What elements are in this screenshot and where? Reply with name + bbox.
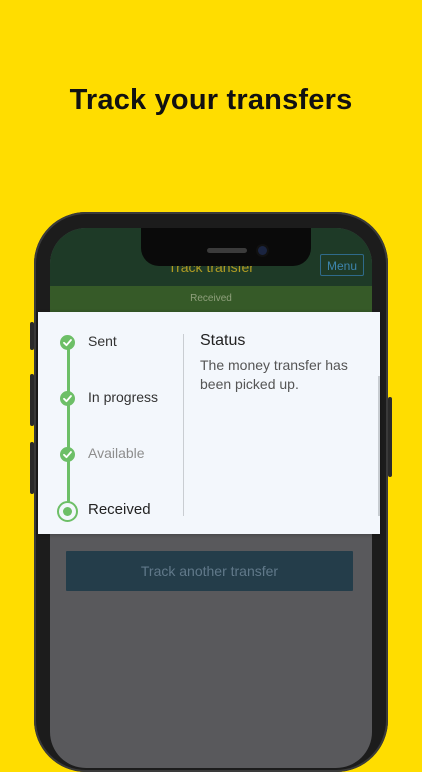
promo-headline: Track your transfers: [69, 84, 353, 116]
check-icon: [60, 447, 75, 462]
step-label: Available: [88, 445, 145, 461]
step-sent: Sent: [38, 333, 178, 357]
track-another-transfer-button[interactable]: Track another transfer: [66, 551, 353, 591]
step-in-progress: In progress: [38, 389, 178, 413]
radio-dot-inner: [63, 507, 72, 516]
phone-mute-switch: [30, 322, 34, 350]
step-label: In progress: [88, 389, 159, 405]
phone-power-button: [388, 397, 392, 477]
status-banner: Received: [50, 286, 372, 312]
step-label: Sent: [88, 333, 117, 349]
speaker-grille: [207, 248, 247, 253]
check-icon: [60, 391, 75, 406]
front-camera: [258, 246, 267, 255]
radio-dot-icon: [57, 501, 78, 522]
status-title: Status: [200, 332, 246, 349]
step-received: Received: [38, 501, 178, 525]
divider: [183, 334, 184, 516]
status-description: The money transfer has been picked up.: [200, 357, 348, 392]
phone-notch: [141, 228, 311, 266]
scrollbar[interactable]: [378, 376, 380, 516]
timeline-line: [67, 340, 70, 510]
step-label: Received: [88, 501, 151, 518]
step-available: Available: [38, 445, 178, 469]
menu-button[interactable]: Menu: [320, 254, 364, 276]
tracking-card: Sent In progress Available Received Stat…: [38, 312, 380, 534]
phone-volume-up: [30, 374, 34, 426]
phone-volume-down: [30, 442, 34, 494]
check-icon: [60, 335, 75, 350]
